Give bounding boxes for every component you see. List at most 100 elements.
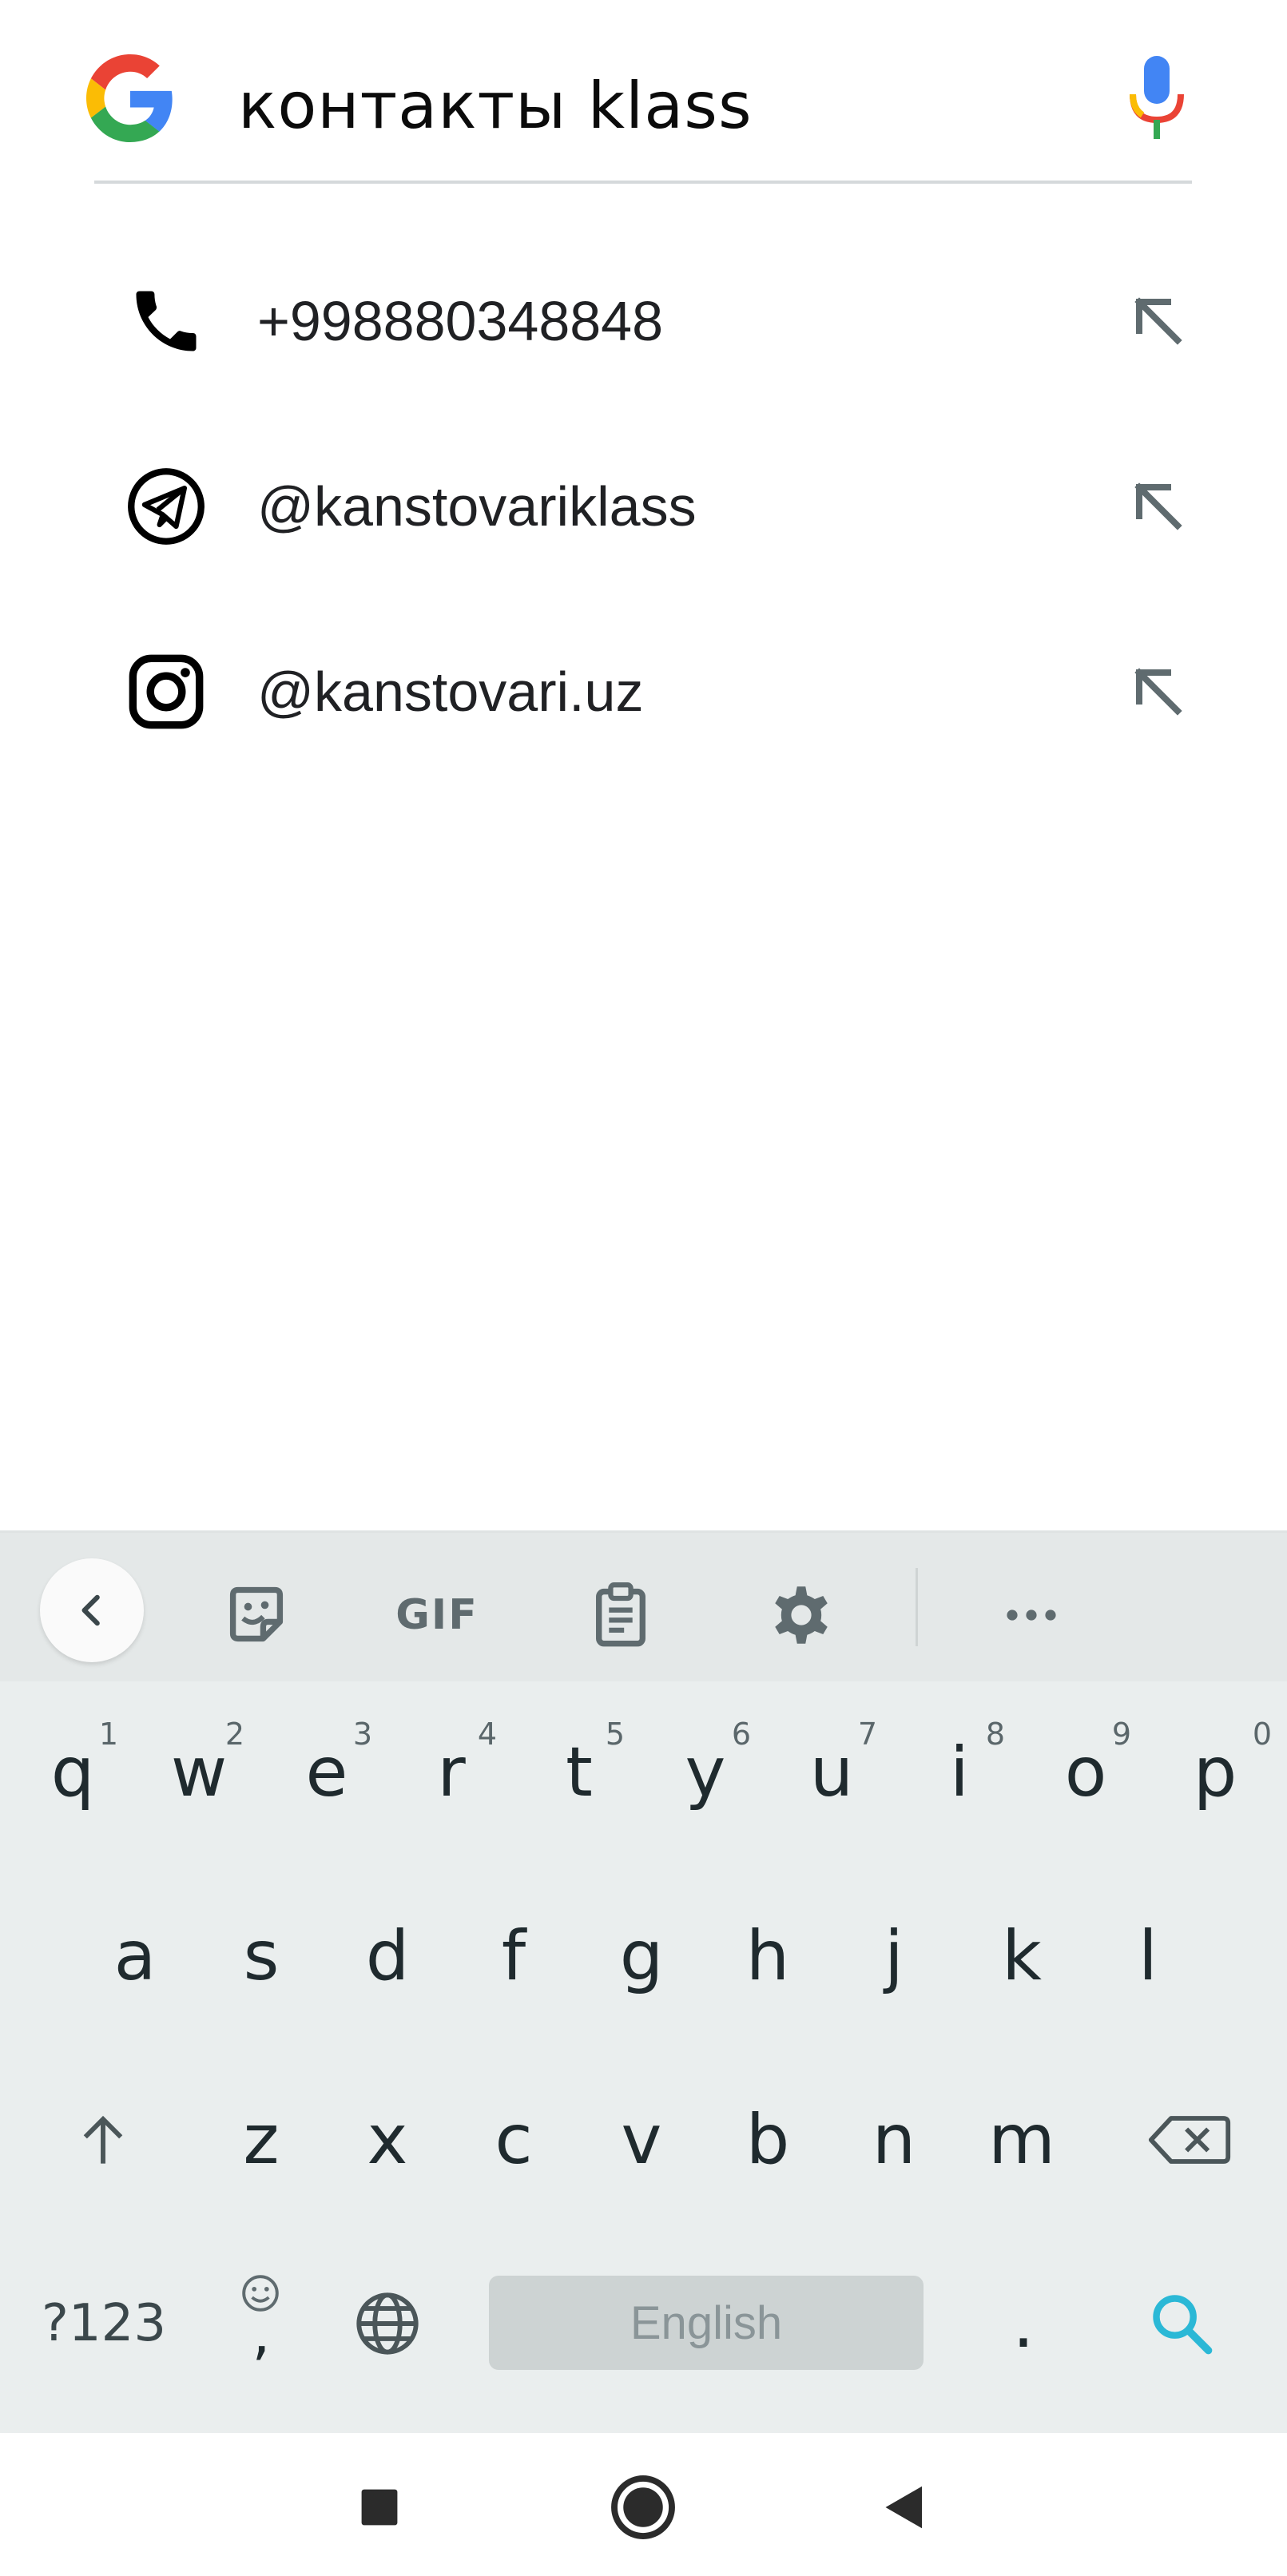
shift-key[interactable] [43,2060,163,2220]
clipboard-icon[interactable] [569,1563,673,1667]
key-hint: 7 [857,1717,877,1752]
key-label: m [988,2100,1055,2180]
google-g-icon[interactable] [86,54,174,142]
key-hint: 8 [985,1717,1005,1752]
key-label: x [367,2100,408,2180]
key-p[interactable]: p0 [1155,1693,1275,1852]
emoji-comma-key[interactable]: , [201,2244,321,2403]
key-f[interactable]: f [454,1876,574,2036]
gear-icon[interactable] [749,1563,853,1667]
telegram-icon [126,466,206,546]
key-i[interactable]: i8 [900,1693,1019,1852]
toolbar-divider [916,1568,918,1646]
suggestion-list: +998880348848 @kanstovariklass @kanstova… [0,240,1287,796]
suggestion-label: @kanstovariklass [257,475,697,538]
key-label: h [745,1916,790,1996]
microphone-icon[interactable] [1125,56,1189,145]
key-label: q [50,1733,95,1812]
search-icon [1153,2295,1213,2355]
key-label: y [685,1733,726,1812]
key-c[interactable]: c [454,2060,574,2220]
key-s[interactable]: s [201,1876,321,2036]
key-v[interactable]: v [582,2060,701,2220]
sticker-icon[interactable] [205,1563,308,1667]
key-l[interactable]: l [1088,1876,1208,2036]
arrow-up-left-icon[interactable] [1126,660,1190,724]
key-hint: 2 [224,1717,244,1752]
key-j[interactable]: j [834,1876,954,2036]
key-o[interactable]: o9 [1026,1693,1146,1852]
key-hint: 0 [1252,1717,1272,1752]
suggestion-item[interactable]: +998880348848 [0,240,1287,425]
keyboard-toolbar: GIF [0,1533,1287,1681]
key-label: i [950,1733,969,1812]
key-label: f [501,1916,526,1996]
key-hint: 3 [352,1717,372,1752]
key-label: . [1012,2284,1035,2364]
key-label: d [365,1916,410,1996]
key-q[interactable]: q1 [13,1693,133,1852]
key-a[interactable]: a [75,1876,195,2036]
key-r[interactable]: r4 [391,1693,511,1852]
key-label: n [872,2100,916,2180]
spacebar[interactable]: English [489,2276,924,2370]
key-label: g [619,1916,664,1996]
back-nav-icon[interactable] [861,2463,949,2551]
suggestion-item[interactable]: @kanstovariklass [0,425,1287,610]
search-divider [94,181,1192,184]
more-icon[interactable] [979,1563,1083,1667]
key-z[interactable]: z [201,2060,321,2220]
arrow-up-left-icon[interactable] [1126,474,1190,538]
shift-icon [83,2115,123,2164]
key-u[interactable]: u7 [772,1693,892,1852]
key-label: u [809,1733,854,1812]
key-label: , [252,2300,271,2367]
search-key[interactable] [1122,2244,1241,2403]
key-e[interactable]: e3 [267,1693,387,1852]
key-n[interactable]: n [834,2060,954,2220]
key-label: p [1193,1733,1237,1812]
instagram-icon [126,652,206,732]
backspace-icon [1148,2116,1231,2164]
search-bar: контакты klass [0,0,1287,185]
key-t[interactable]: t5 [519,1693,639,1852]
key-k[interactable]: k [962,1876,1082,2036]
key-label: z [243,2100,280,2180]
suggestion-label: +998880348848 [257,290,664,352]
key-label: s [243,1916,280,1996]
symbols-key[interactable]: ?123 [32,2244,176,2403]
suggestion-label: @kanstovari.uz [257,661,644,723]
key-d[interactable]: d [328,1876,447,2036]
key-label: c [495,2100,533,2180]
suggestion-item[interactable]: @kanstovari.uz [0,610,1287,796]
back-icon[interactable] [40,1558,144,1662]
key-g[interactable]: g [582,1876,701,2036]
key-label: o [1064,1733,1107,1812]
globe-key[interactable] [328,2244,447,2403]
search-input[interactable]: контакты klass [238,62,753,150]
navigation-bar [0,2433,1287,2576]
key-y[interactable]: y6 [645,1693,765,1852]
key-b[interactable]: b [708,2060,828,2220]
key-x[interactable]: x [328,2060,447,2220]
key-hint: 4 [477,1717,497,1752]
arrow-up-left-icon[interactable] [1126,289,1190,353]
key-m[interactable]: m [962,2060,1082,2220]
gif-button[interactable]: GIF [385,1563,489,1667]
key-hint: 5 [605,1717,625,1752]
home-icon[interactable] [599,2463,687,2551]
period-key[interactable]: . [963,2244,1083,2403]
key-label: b [745,2100,790,2180]
key-label: j [884,1916,904,1996]
key-w[interactable]: w2 [139,1693,259,1852]
key-h[interactable]: h [708,1876,828,2036]
globe-icon [356,2292,419,2355]
phone-icon [126,281,206,361]
key-label: ?123 [41,2294,167,2353]
key-hint: 6 [731,1717,751,1752]
backspace-key[interactable] [1122,2060,1257,2220]
key-label: t [566,1733,593,1812]
keyboard: GIF q1 w2 e3 r4 t5 y6 u7 i8 o9 p0 a s d … [0,1530,1287,2435]
recents-icon[interactable] [336,2463,423,2551]
key-label: w [170,1733,228,1812]
